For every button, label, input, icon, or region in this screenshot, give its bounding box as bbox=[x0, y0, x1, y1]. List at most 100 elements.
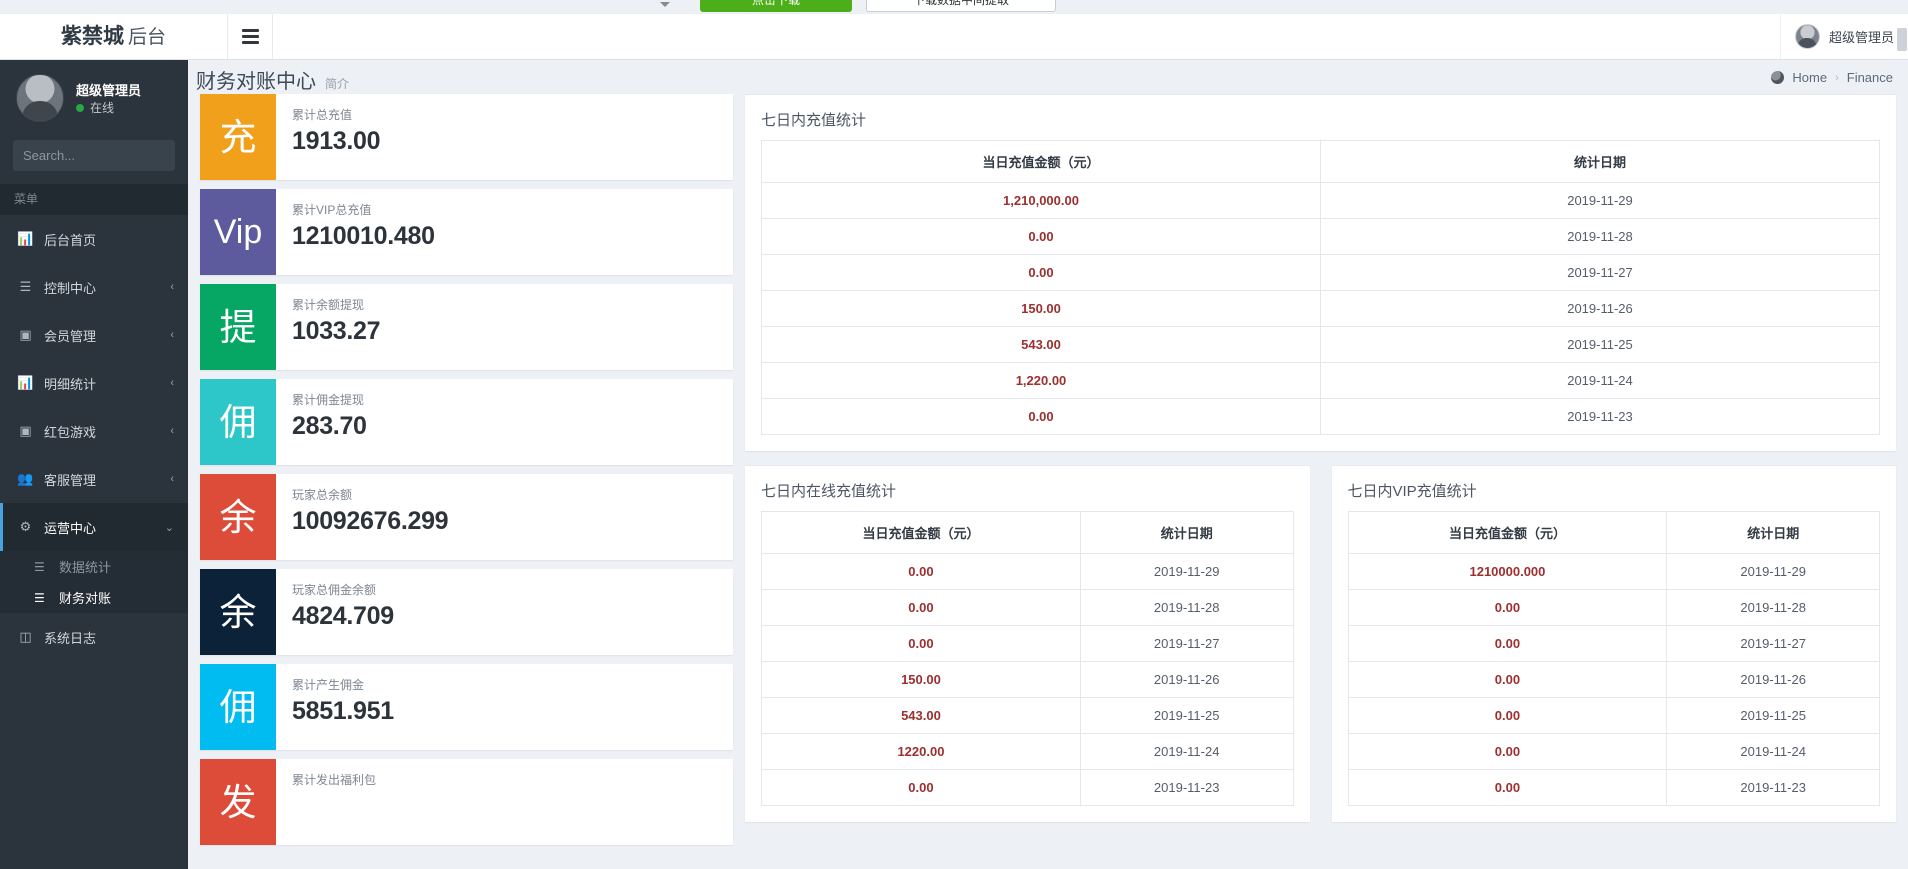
stat-card[interactable]: 余 玩家总余额 10092676.299 bbox=[200, 474, 733, 560]
sidebar-item-detail-statistics[interactable]: 📊 明细统计 ‹ bbox=[0, 359, 188, 407]
gift-box-icon: ▣ bbox=[19, 423, 32, 438]
online-dot-icon bbox=[76, 103, 84, 112]
stat-card-label: 累计产生佣金 bbox=[292, 678, 365, 692]
cell-amount: 0.00 bbox=[761, 218, 1321, 255]
download-button[interactable]: 点击下载 bbox=[700, 0, 852, 12]
hamburger-bars bbox=[241, 26, 259, 47]
stat-card[interactable]: Vip 累计VIP总充值 1210010.480 bbox=[200, 189, 733, 275]
cell-date: 2019-11-23 bbox=[1666, 769, 1880, 806]
stat-card-glyph: 余 bbox=[200, 474, 276, 560]
profile-avatar bbox=[16, 74, 64, 122]
sidebar-submenu: ☰ 数据统计 ☰ 财务对账 bbox=[0, 551, 188, 613]
stat-card-label: 玩家总余额 bbox=[292, 488, 353, 502]
list-icon: ☰ bbox=[19, 279, 32, 294]
panel-title: 七日内在线充值统计 bbox=[761, 483, 897, 500]
panel-title: 七日内VIP充值统计 bbox=[1347, 483, 1477, 500]
stat-card[interactable]: 佣 累计产生佣金 5851.951 bbox=[200, 664, 733, 750]
panel-title: 七日内充值统计 bbox=[761, 112, 867, 129]
cell-amount: 150.00 bbox=[761, 290, 1321, 327]
cell-amount: 1,220.00 bbox=[761, 362, 1321, 399]
stat-card-glyph: 充 bbox=[200, 94, 276, 180]
cell-date: 2019-11-25 bbox=[1079, 697, 1294, 734]
table-row: 0.00 2019-11-23 bbox=[1347, 769, 1880, 806]
search-input[interactable] bbox=[23, 148, 188, 163]
column-header-amount: 当日充值金额（元） bbox=[761, 140, 1321, 183]
stat-card[interactable]: 提 累计余额提现 1033.27 bbox=[200, 284, 733, 370]
table-row: 0.00 2019-11-27 bbox=[1347, 625, 1880, 662]
sidebar-item-control-center[interactable]: ☰ 控制中心 ‹ bbox=[0, 263, 188, 311]
sidebar-search[interactable]: 🔍 bbox=[13, 140, 188, 171]
tables-column: 七日内充值统计 当日充值金额（元） 统计日期 1,210,000.00 2019-… bbox=[745, 94, 1896, 822]
table-row: 0.00 2019-11-27 bbox=[761, 625, 1294, 662]
chevron-left-icon: ‹ bbox=[170, 329, 174, 341]
sidebar-item-label: 后台首页 bbox=[44, 232, 97, 248]
cell-date: 2019-11-28 bbox=[1079, 589, 1294, 626]
sidebar-profile: 超级管理员 在线 bbox=[0, 60, 188, 130]
stat-card-value: 10092676.299 bbox=[292, 507, 449, 535]
table-row: 0.00 2019-11-27 bbox=[761, 254, 1880, 291]
user-menu-label: 超级管理员 bbox=[1828, 30, 1894, 45]
cell-date: 2019-11-27 bbox=[1666, 625, 1880, 662]
page-title: 财务对账中心 简介 bbox=[196, 65, 349, 94]
vip-recharge-panel: 七日内VIP充值统计 当日充值金额（元） 统计日期 1210000.000 201… bbox=[1331, 465, 1896, 822]
sidebar: 超级管理员 在线 🔍 菜单 📊 后台首页 ☰ 控制中心 ‹ ▣ 会员管理 ‹ 📊… bbox=[0, 60, 188, 869]
table-row: 150.00 2019-11-26 bbox=[761, 290, 1880, 327]
stat-card-value: 283.70 bbox=[292, 412, 367, 440]
cell-amount: 0.00 bbox=[761, 398, 1321, 435]
sidebar-item-member-management[interactable]: ▣ 会员管理 ‹ bbox=[0, 311, 188, 359]
sidebar-subitem-data-statistics[interactable]: ☰ 数据统计 bbox=[0, 551, 188, 582]
menu-section-header: 菜单 bbox=[0, 184, 188, 215]
sidebar-item-operation-center[interactable]: ⚙ 运营中心 ⌄ bbox=[0, 503, 188, 551]
sidebar-item-label: 控制中心 bbox=[44, 280, 97, 296]
top-navbar: 紫禁城 后台 超级管理员 bbox=[0, 14, 1908, 60]
stat-card[interactable]: 发 累计发出福利包 bbox=[200, 759, 733, 845]
sidebar-item-label: 明细统计 bbox=[44, 376, 97, 392]
database-icon: ◫ bbox=[19, 629, 32, 644]
cell-date: 2019-11-29 bbox=[1666, 553, 1880, 590]
cell-amount: 1,210,000.00 bbox=[761, 182, 1321, 219]
cell-amount: 543.00 bbox=[761, 697, 1081, 734]
page-subtitle-text: 简介 bbox=[325, 77, 350, 91]
chevron-left-icon: ‹ bbox=[170, 425, 174, 437]
table-header-row: 当日充值金额（元） 统计日期 bbox=[761, 140, 1880, 183]
table-row: 0.00 2019-11-23 bbox=[761, 769, 1294, 806]
sidebar-item-dashboard[interactable]: 📊 后台首页 bbox=[0, 215, 188, 263]
cell-date: 2019-11-24 bbox=[1079, 733, 1294, 770]
cell-date: 2019-11-27 bbox=[1079, 625, 1294, 662]
stat-card-glyph: 佣 bbox=[200, 379, 276, 465]
cell-amount: 0.00 bbox=[761, 553, 1081, 590]
table-row: 0.00 2019-11-28 bbox=[761, 589, 1294, 626]
hamburger-icon[interactable] bbox=[228, 14, 273, 59]
page-scrollbar-thumb[interactable] bbox=[1897, 28, 1907, 51]
avatar bbox=[1794, 24, 1820, 49]
sidebar-item-system-log[interactable]: ◫ 系统日志 bbox=[0, 613, 188, 661]
sidebar-item-customer-service[interactable]: 👥 客服管理 ‹ bbox=[0, 455, 188, 503]
globe-icon bbox=[1771, 71, 1785, 84]
dropdown-caret-icon[interactable] bbox=[660, 2, 670, 7]
lines-icon: ☰ bbox=[34, 590, 45, 605]
sidebar-item-redpacket-game[interactable]: ▣ 红包游戏 ‹ bbox=[0, 407, 188, 455]
table-row: 0.00 2019-11-29 bbox=[761, 553, 1294, 590]
table-row: 0.00 2019-11-28 bbox=[761, 218, 1880, 255]
user-menu[interactable]: 超级管理员 bbox=[1779, 14, 1894, 59]
brand-logo[interactable]: 紫禁城 后台 bbox=[0, 14, 228, 59]
cell-amount: 0.00 bbox=[761, 254, 1321, 291]
stat-card[interactable]: 佣 累计佣金提现 283.70 bbox=[200, 379, 733, 465]
cell-date: 2019-11-26 bbox=[1320, 290, 1880, 327]
cell-amount: 1220.00 bbox=[761, 733, 1081, 770]
sidebar-subitem-financial-reconciliation[interactable]: ☰ 财务对账 bbox=[0, 582, 188, 613]
extract-data-button[interactable]: 下载数据中间提取 bbox=[866, 0, 1056, 12]
stat-card-label: 累计余额提现 bbox=[292, 298, 365, 312]
breadcrumb-home-link[interactable]: Home bbox=[1792, 70, 1827, 85]
lines-icon: ☰ bbox=[34, 559, 45, 574]
cell-amount: 0.00 bbox=[761, 769, 1081, 806]
sidebar-subitem-label: 数据统计 bbox=[59, 560, 112, 575]
cell-amount: 150.00 bbox=[761, 661, 1081, 698]
stat-card[interactable]: 充 累计总充值 1913.00 bbox=[200, 94, 733, 180]
stat-card-glyph: Vip bbox=[200, 189, 276, 275]
stat-card[interactable]: 余 玩家总佣金余额 4824.709 bbox=[200, 569, 733, 655]
page-title-text: 财务对账中心 bbox=[196, 71, 316, 93]
cell-amount: 543.00 bbox=[761, 326, 1321, 363]
cell-date: 2019-11-24 bbox=[1320, 362, 1880, 399]
table-row: 1220.00 2019-11-24 bbox=[761, 733, 1294, 770]
